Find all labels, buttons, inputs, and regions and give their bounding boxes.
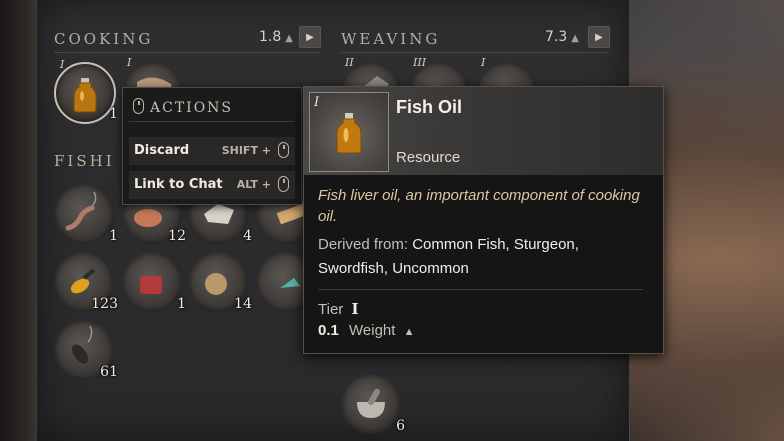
slot-tier: I	[481, 56, 486, 69]
tooltip-derived-from: Derived from: Common Fish, Sturgeon, Swo…	[318, 233, 648, 281]
play-arrow-icon: ▶	[306, 31, 314, 43]
fishing-section-title: FISHI	[54, 152, 115, 170]
slot-count: 12	[168, 228, 186, 244]
cooking-divider	[54, 52, 320, 53]
cooking-weight: 1.8 ▲	[259, 29, 293, 45]
slot-count: 123	[91, 296, 118, 312]
weight-icon: ▲	[285, 33, 293, 44]
link-to-chat-label: Link to Chat	[134, 177, 223, 192]
link-to-chat-key: ALT +	[236, 178, 271, 191]
panel-frame-left	[0, 0, 36, 441]
weaving-expand-button[interactable]: ▶	[588, 26, 610, 48]
tooltip-weight: 0.1 Weight ▲	[318, 322, 415, 339]
discard-key: SHIFT +	[221, 144, 271, 157]
cooking-weight-value: 1.8	[259, 29, 282, 45]
tooltip-description: Fish liver oil, an important component o…	[318, 187, 640, 225]
tooltip-item-type: Resource	[396, 149, 461, 166]
weaving-weight: 7.3 ▲	[545, 29, 579, 45]
fish-oil-bottle-icon	[73, 78, 97, 113]
tooltip-tier: Tier I	[318, 300, 358, 318]
worm-bait-icon	[65, 191, 97, 231]
tier-value: I	[351, 300, 359, 318]
slot-count: 1	[109, 106, 118, 122]
discard-label: Discard	[134, 143, 190, 158]
fish-oil-slot[interactable]: I 1	[54, 58, 118, 124]
slot-count: 1	[177, 296, 186, 312]
actions-title: ACTIONS	[150, 100, 234, 116]
weight-value: 0.1	[318, 322, 339, 339]
slot-count: 61	[100, 364, 118, 380]
slot-count: 14	[234, 296, 252, 312]
weaving-divider	[341, 52, 609, 53]
slot-count: 6	[396, 418, 405, 434]
actions-menu-header: ACTIONS	[133, 96, 233, 116]
actions-menu: ACTIONS Discard SHIFT + Link to Chat ALT…	[122, 87, 302, 205]
discard-action[interactable]: Discard SHIFT +	[129, 137, 295, 165]
tooltip-divider	[318, 289, 643, 290]
item-tooltip: I Fish Oil Resource Fish liver oil, an i…	[303, 86, 664, 354]
tooltip-tier-badge: I	[314, 95, 320, 110]
tier-label: Tier	[318, 301, 344, 318]
fishing-slot-firefly[interactable]: 123	[54, 252, 118, 312]
cooking-expand-button[interactable]: ▶	[299, 26, 321, 48]
fishing-slot-worm[interactable]: 1	[54, 184, 118, 244]
slot-tier: III	[413, 56, 427, 69]
mortar-pestle-icon	[357, 388, 385, 418]
fishing-slot-snail[interactable]: 14	[188, 252, 252, 312]
cooking-section-title: COOKING	[54, 30, 154, 48]
slot-count: 1	[109, 228, 118, 244]
link-to-chat-action[interactable]: Link to Chat ALT +	[129, 171, 295, 199]
weaving-weight-value: 7.3	[545, 29, 568, 45]
weight-label: Weight	[349, 322, 396, 339]
fishing-slot-meat[interactable]: 1	[122, 252, 186, 312]
weight-icon: ▲	[571, 33, 579, 44]
mouse-icon	[278, 176, 289, 192]
mortar-slot[interactable]: 6	[341, 374, 405, 434]
tooltip-item-icon: I	[309, 92, 389, 172]
play-arrow-icon: ▶	[595, 31, 603, 43]
fishing-slot-beetle[interactable]: 61	[54, 320, 118, 380]
derived-label: Derived from:	[318, 236, 409, 253]
tooltip-item-name: Fish Oil	[396, 97, 463, 117]
mouse-icon	[133, 98, 144, 114]
slot-count: 4	[243, 228, 252, 244]
weaving-section-title: WEAVING	[341, 30, 441, 48]
meat-bait-icon	[140, 276, 162, 294]
mouse-icon	[278, 142, 289, 158]
weight-icon: ▲	[403, 326, 415, 338]
fish-oil-bottle-icon	[336, 113, 362, 154]
actions-divider	[129, 121, 295, 122]
